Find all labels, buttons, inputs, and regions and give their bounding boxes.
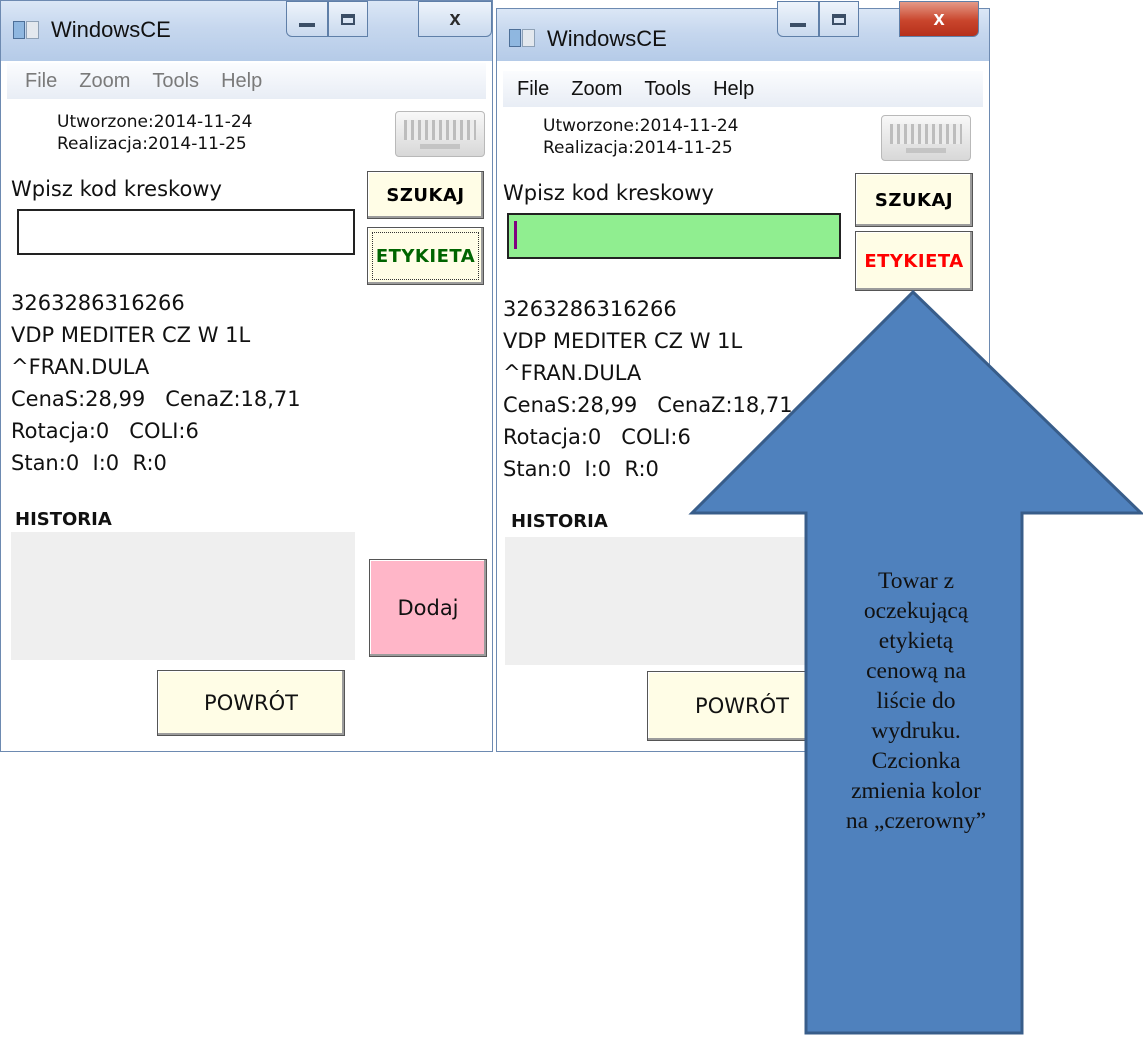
callout-line: zmienia kolor: [851, 778, 981, 804]
callout-line: liście do: [876, 688, 956, 714]
callout-text: Towar z oczekującą etykietą cenową na liście…: [808, 566, 1024, 836]
callout-line: oczekującą: [863, 598, 969, 624]
callout-line: na „czerowny”: [845, 808, 987, 834]
callout-arrow: [688, 289, 1143, 1035]
callout-line: Czcionka: [871, 748, 961, 774]
callout-line: etykietą: [878, 628, 954, 654]
callout-line: cenową na: [866, 658, 966, 684]
callout-line: Towar z: [878, 568, 954, 594]
callout-line: wydruku.: [871, 718, 961, 744]
